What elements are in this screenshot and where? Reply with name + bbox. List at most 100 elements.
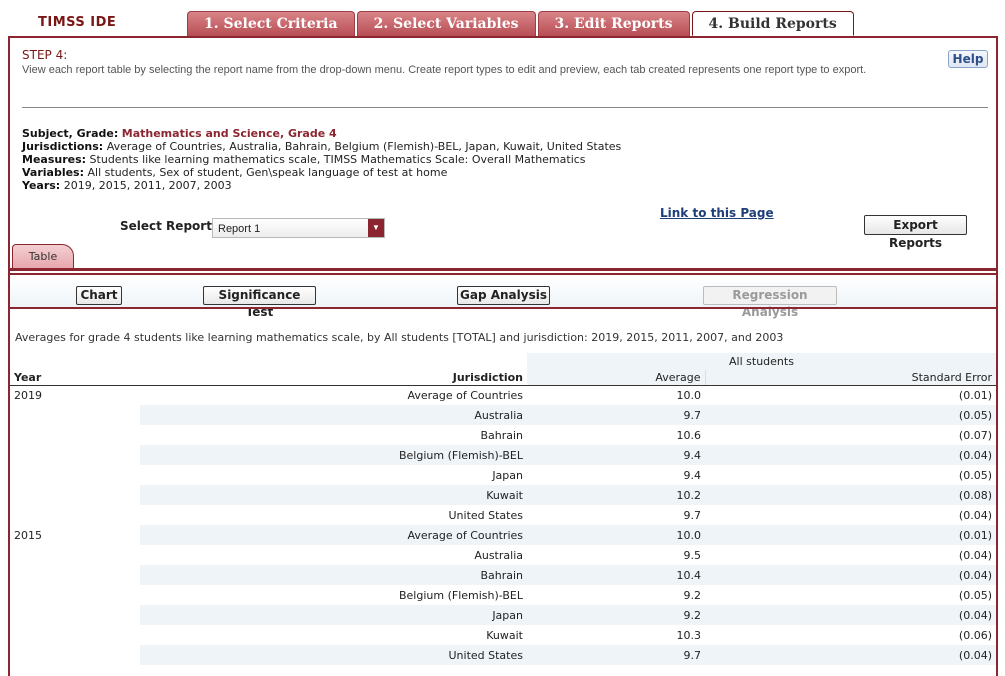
- cell-jurisdiction: United States: [140, 645, 527, 665]
- col-year-header: Year: [10, 370, 140, 386]
- cell-standard-error: (0.04): [705, 645, 996, 665]
- report-criteria-summary: Subject, Grade: Mathematics and Science,…: [22, 127, 621, 192]
- cell-standard-error: (0.04): [705, 445, 996, 465]
- jurisdictions-value: Average of Countries, Australia, Bahrain…: [106, 140, 622, 153]
- cell-jurisdiction: Belgium (Flemish)-BEL: [398, 588, 523, 602]
- tab-table[interactable]: Table: [12, 244, 74, 268]
- cell-year: 2015: [10, 525, 140, 545]
- cell-year: [10, 545, 140, 565]
- build-reports-panel: STEP 4: View each report table by select…: [8, 36, 998, 676]
- cell-average: 10.4: [527, 565, 705, 585]
- tab-select-criteria[interactable]: 1. Select Criteria: [187, 11, 355, 36]
- chart-button[interactable]: Chart: [76, 286, 122, 305]
- cell-jurisdiction: Bahrain: [480, 428, 523, 442]
- tab-select-variables[interactable]: 2. Select Variables: [356, 11, 536, 36]
- years-label: Years:: [22, 179, 61, 192]
- cell-year: [10, 405, 140, 425]
- table-caption: Averages for grade 4 students like learn…: [15, 331, 784, 344]
- table-row: Bahrain 10.4 (0.04): [10, 565, 996, 585]
- cell-standard-error: (0.05): [958, 588, 992, 602]
- cell-jurisdiction: Average of Countries: [140, 525, 527, 545]
- cell-average: 10.0: [527, 525, 705, 545]
- table-row: Bahrain 10.6 (0.07): [10, 425, 996, 445]
- cell-jurisdiction: Australia: [474, 548, 523, 562]
- divider: [10, 268, 996, 271]
- cell-standard-error: (0.04): [958, 508, 992, 522]
- cell-average: 10.2: [527, 485, 705, 505]
- variables-value: All students, Sex of student, Gen\speak …: [87, 166, 448, 179]
- step-description: View each report table by selecting the …: [22, 64, 867, 76]
- cell-jurisdiction: Bahrain: [140, 565, 527, 585]
- select-report-dropdown[interactable]: Report 1 ▼: [212, 218, 385, 238]
- group-header-all-students: All students: [527, 353, 996, 370]
- cell-jurisdiction: Average of Countries: [407, 388, 523, 402]
- cell-jurisdiction: Japan: [492, 468, 523, 482]
- subject-label: Subject, Grade:: [22, 127, 119, 140]
- divider: [10, 307, 996, 309]
- cell-jurisdiction: United States: [448, 508, 524, 522]
- cell-jurisdiction: Belgium (Flemish)-BEL: [140, 445, 527, 465]
- cell-year: [10, 485, 140, 505]
- cell-standard-error: (0.05): [958, 468, 992, 482]
- cell-year: [10, 625, 140, 645]
- cell-average: 9.2: [527, 605, 705, 625]
- cell-average: 9.2: [683, 588, 702, 602]
- measures-label: Measures:: [22, 153, 87, 166]
- cell-year: [10, 585, 140, 605]
- cell-standard-error: (0.04): [705, 605, 996, 625]
- table-row: Belgium (Flemish)-BEL 9.4 (0.04): [10, 445, 996, 465]
- gap-analysis-button[interactable]: Gap Analysis: [457, 286, 550, 305]
- table-row: Kuwait 10.2 (0.08): [10, 485, 996, 505]
- cell-standard-error: (0.04): [705, 565, 996, 585]
- regression-analysis-button: Regression Analysis: [703, 286, 837, 319]
- col-jurisdiction-header: Jurisdiction: [140, 370, 527, 386]
- tab-build-reports[interactable]: 4. Build Reports: [691, 11, 854, 36]
- table-row: 2015 Average of Countries 10.0 (0.01): [10, 525, 996, 545]
- cell-average: 9.7: [527, 405, 705, 425]
- app-logo: TIMSS IDE: [38, 15, 117, 30]
- cell-standard-error: (0.01): [705, 525, 996, 545]
- table-row: Japan 9.2 (0.04): [10, 605, 996, 625]
- cell-year: [10, 645, 140, 665]
- main-tabs: 1. Select Criteria 2. Select Variables 3…: [187, 11, 856, 36]
- cell-standard-error: (0.06): [958, 628, 992, 642]
- cell-year: [10, 605, 140, 625]
- cell-average: 9.7: [683, 508, 702, 522]
- select-report-value: Report 1: [218, 223, 261, 235]
- cell-average: 9.4: [527, 445, 705, 465]
- table-row: Kuwait 10.3 (0.06): [10, 625, 996, 645]
- cell-standard-error: (0.08): [705, 485, 996, 505]
- col-average-header: Average: [527, 370, 705, 386]
- divider: [22, 107, 988, 108]
- col-se-header: Standard Error: [704, 370, 996, 386]
- table-row: 2019 Average of Countries 10.0 (0.01): [10, 385, 996, 405]
- cell-year: 2019: [14, 388, 42, 402]
- years-value: 2019, 2015, 2011, 2007, 2003: [63, 179, 232, 192]
- link-to-this-page[interactable]: Link to this Page: [660, 206, 774, 220]
- cell-year: [10, 465, 140, 485]
- export-reports-button[interactable]: Export Reports: [864, 215, 967, 250]
- cell-average: 9.5: [683, 548, 702, 562]
- table-row: United States 9.7 (0.04): [10, 505, 996, 525]
- divider: [10, 273, 996, 275]
- cell-average: 10.0: [676, 388, 702, 402]
- cell-year: [10, 445, 140, 465]
- cell-average: 9.7: [527, 645, 705, 665]
- jurisdictions-label: Jurisdictions:: [22, 140, 104, 153]
- chevron-down-icon[interactable]: ▼: [368, 219, 384, 237]
- report-table: All students Year Jurisdiction Average S…: [10, 353, 996, 665]
- significance-test-button[interactable]: Significance Test: [203, 286, 316, 319]
- table-body: 2019 Average of Countries 10.0 (0.01) Austra…: [10, 385, 996, 665]
- cell-standard-error: (0.01): [958, 388, 992, 402]
- tab-edit-reports[interactable]: 3. Edit Reports: [537, 11, 690, 36]
- cell-year: [10, 565, 140, 585]
- cell-year: [10, 505, 140, 525]
- cell-jurisdiction: Kuwait: [486, 628, 523, 642]
- table-row: Belgium (Flemish)-BEL 9.2 (0.05): [10, 585, 996, 605]
- step-title: STEP 4:: [22, 48, 68, 62]
- cell-average: 10.3: [676, 628, 702, 642]
- table-row: United States 9.7 (0.04): [10, 645, 996, 665]
- help-button[interactable]: Help: [948, 50, 988, 68]
- cell-jurisdiction: Australia: [140, 405, 527, 425]
- cell-year: [10, 425, 140, 445]
